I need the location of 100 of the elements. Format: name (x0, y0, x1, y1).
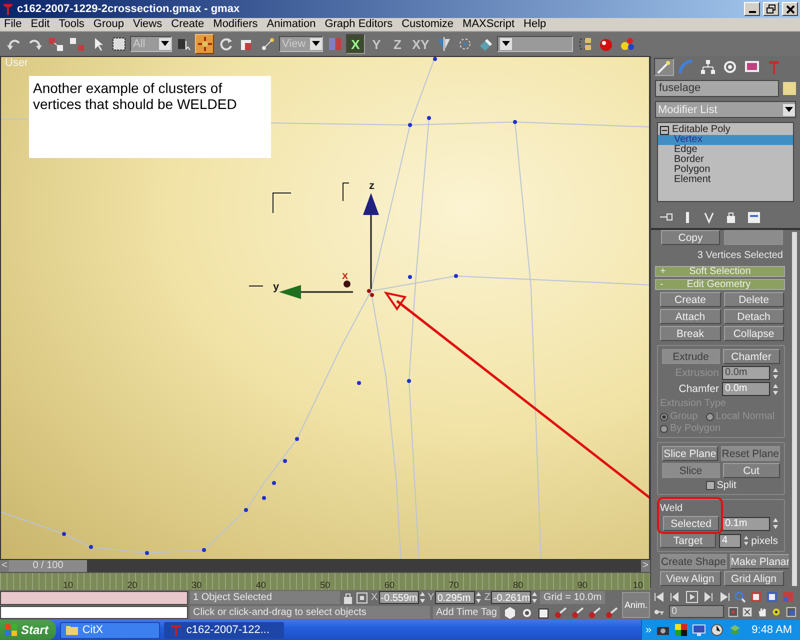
lock-icon[interactable] (343, 592, 353, 604)
object-color-swatch[interactable] (783, 82, 796, 95)
menu-item[interactable]: Group (93, 18, 124, 31)
coordinate-field[interactable]: -0.261m (491, 591, 532, 604)
clock-icon[interactable] (710, 623, 724, 637)
rotate-icon (218, 36, 234, 52)
menu-item[interactable]: Views (132, 18, 162, 31)
axis-constraint-button[interactable]: X (346, 34, 365, 54)
stack-subobject[interactable]: Vertex (658, 135, 793, 145)
stack-subobject[interactable]: Edge (658, 145, 793, 155)
panel-button[interactable]: Slice Plane (662, 446, 718, 461)
menu-item[interactable]: Edit (30, 18, 50, 31)
weld-selected-button[interactable]: Selected (663, 516, 719, 531)
panel-button[interactable]: Break (660, 326, 720, 341)
spinner-icon[interactable] (773, 384, 778, 394)
restore-button[interactable] (763, 2, 779, 16)
rollout-header[interactable]: - Edit Geometry (655, 279, 785, 290)
close-button[interactable] (782, 2, 798, 16)
animate-button[interactable]: Anim. (622, 592, 650, 618)
stack-subobject[interactable]: Polygon (658, 165, 793, 175)
panel-button[interactable]: Grid Align (724, 571, 784, 586)
panel-button[interactable]: Collapse (724, 326, 784, 341)
panel-button[interactable]: View Align (660, 571, 720, 586)
viewport[interactable]: z y x User Another example of clusters of vertices that should be WELDED (0, 56, 650, 560)
selection-count: 3 Vertices Selected (696, 249, 784, 263)
app-logo-icon (2, 2, 14, 16)
collapse-icon[interactable] (660, 126, 669, 134)
script-output-field[interactable] (0, 606, 188, 619)
weld-target-button[interactable]: Target (660, 533, 716, 548)
taskbar-button[interactable]: c162-2007-122... (164, 622, 284, 638)
add-time-tag-button[interactable]: Add Time Tag (433, 606, 500, 619)
menu-item[interactable]: Modifiers (213, 18, 258, 31)
menu-item[interactable]: Graph Editors (324, 18, 393, 31)
script-listener-field[interactable] (0, 591, 188, 604)
menu-item[interactable]: MAXScript (462, 18, 515, 31)
go-to-start-icon[interactable] (654, 590, 666, 602)
hand-icon[interactable] (756, 606, 767, 618)
rollout-header[interactable]: + Soft Selection (655, 266, 785, 277)
taskbar-button[interactable]: CitX (60, 622, 160, 638)
mirror-icon (436, 36, 452, 52)
key-icon[interactable] (588, 606, 602, 619)
stack-subobject[interactable]: Border (658, 155, 793, 165)
panel-button[interactable]: Delete (724, 292, 784, 307)
stack-item[interactable]: Editable Poly (658, 125, 793, 135)
menu-item[interactable]: Create (171, 18, 204, 31)
eraser-icon (478, 36, 494, 52)
object-name-field[interactable]: fuselage (655, 80, 779, 97)
value-field[interactable]: 4 (719, 534, 741, 548)
stack-subobject[interactable]: Element (658, 175, 793, 185)
panel-button[interactable]: Cut (722, 463, 780, 478)
panel-tab[interactable] (654, 58, 674, 76)
zoom-icon[interactable] (734, 590, 746, 602)
spinner-icon[interactable] (773, 368, 778, 378)
time-slider-thumb[interactable]: 0 / 100 (9, 560, 87, 572)
menu-item[interactable]: Help (524, 18, 546, 31)
value-field[interactable]: 0.1m (722, 516, 770, 530)
minimize-button[interactable] (744, 2, 760, 16)
modifier-list-dropdown[interactable]: Modifier List (655, 101, 796, 118)
key-icon[interactable] (604, 606, 619, 619)
play-icon[interactable] (686, 590, 698, 602)
go-to-end-icon[interactable] (718, 590, 730, 602)
spinner-icon[interactable] (773, 518, 778, 529)
next-frame-button[interactable]: > (641, 560, 650, 572)
menu-item[interactable]: Animation (266, 18, 316, 31)
key-icon[interactable] (554, 606, 568, 619)
panel-button[interactable]: Copy (661, 230, 720, 245)
coordinate-field[interactable]: -0.559m (378, 591, 419, 604)
selection-status: 1 Object Selected (190, 591, 340, 604)
menu-item[interactable]: Customize (402, 18, 454, 31)
menu-item[interactable]: Tools (58, 18, 84, 31)
square-target-icon[interactable] (356, 592, 368, 604)
monitor-icon[interactable] (692, 623, 706, 637)
frame-field[interactable]: 0 (668, 605, 724, 618)
move-button[interactable] (195, 34, 214, 54)
coordinate-field[interactable]: 0.295m (435, 591, 476, 604)
start-button[interactable]: Start (0, 620, 56, 640)
axis-constraint-button[interactable]: XY (409, 34, 432, 54)
group-label: Weld (660, 503, 684, 514)
tray-expand-arrow[interactable]: » (646, 624, 652, 636)
panel-tab[interactable] (698, 58, 718, 76)
box-icon[interactable] (536, 606, 551, 619)
menu-item[interactable]: File (4, 18, 22, 31)
split-checkbox[interactable]: Split (660, 480, 782, 491)
configure-icon[interactable] (747, 210, 761, 224)
panel-button[interactable]: Attach (660, 309, 720, 324)
axis-constraint-button[interactable]: Y (367, 34, 386, 54)
scrollbar[interactable] (792, 232, 797, 586)
dropdown[interactable] (497, 36, 574, 52)
panel-button[interactable]: Create (660, 292, 720, 307)
app-logo-icon (169, 623, 184, 637)
next-key-icon[interactable] (702, 590, 714, 602)
curve-icon (678, 59, 694, 75)
key-icon[interactable] (570, 606, 585, 619)
clock: 9:48 AM (752, 624, 792, 636)
panel-button[interactable]: Detach (724, 309, 784, 324)
axis-constraint-button[interactable]: Z (388, 34, 407, 54)
spinner-icon[interactable] (744, 535, 748, 546)
previous-frame-button[interactable]: < (0, 560, 9, 572)
color-grid-icon[interactable] (674, 623, 688, 637)
tick-label: 20 (127, 580, 138, 590)
